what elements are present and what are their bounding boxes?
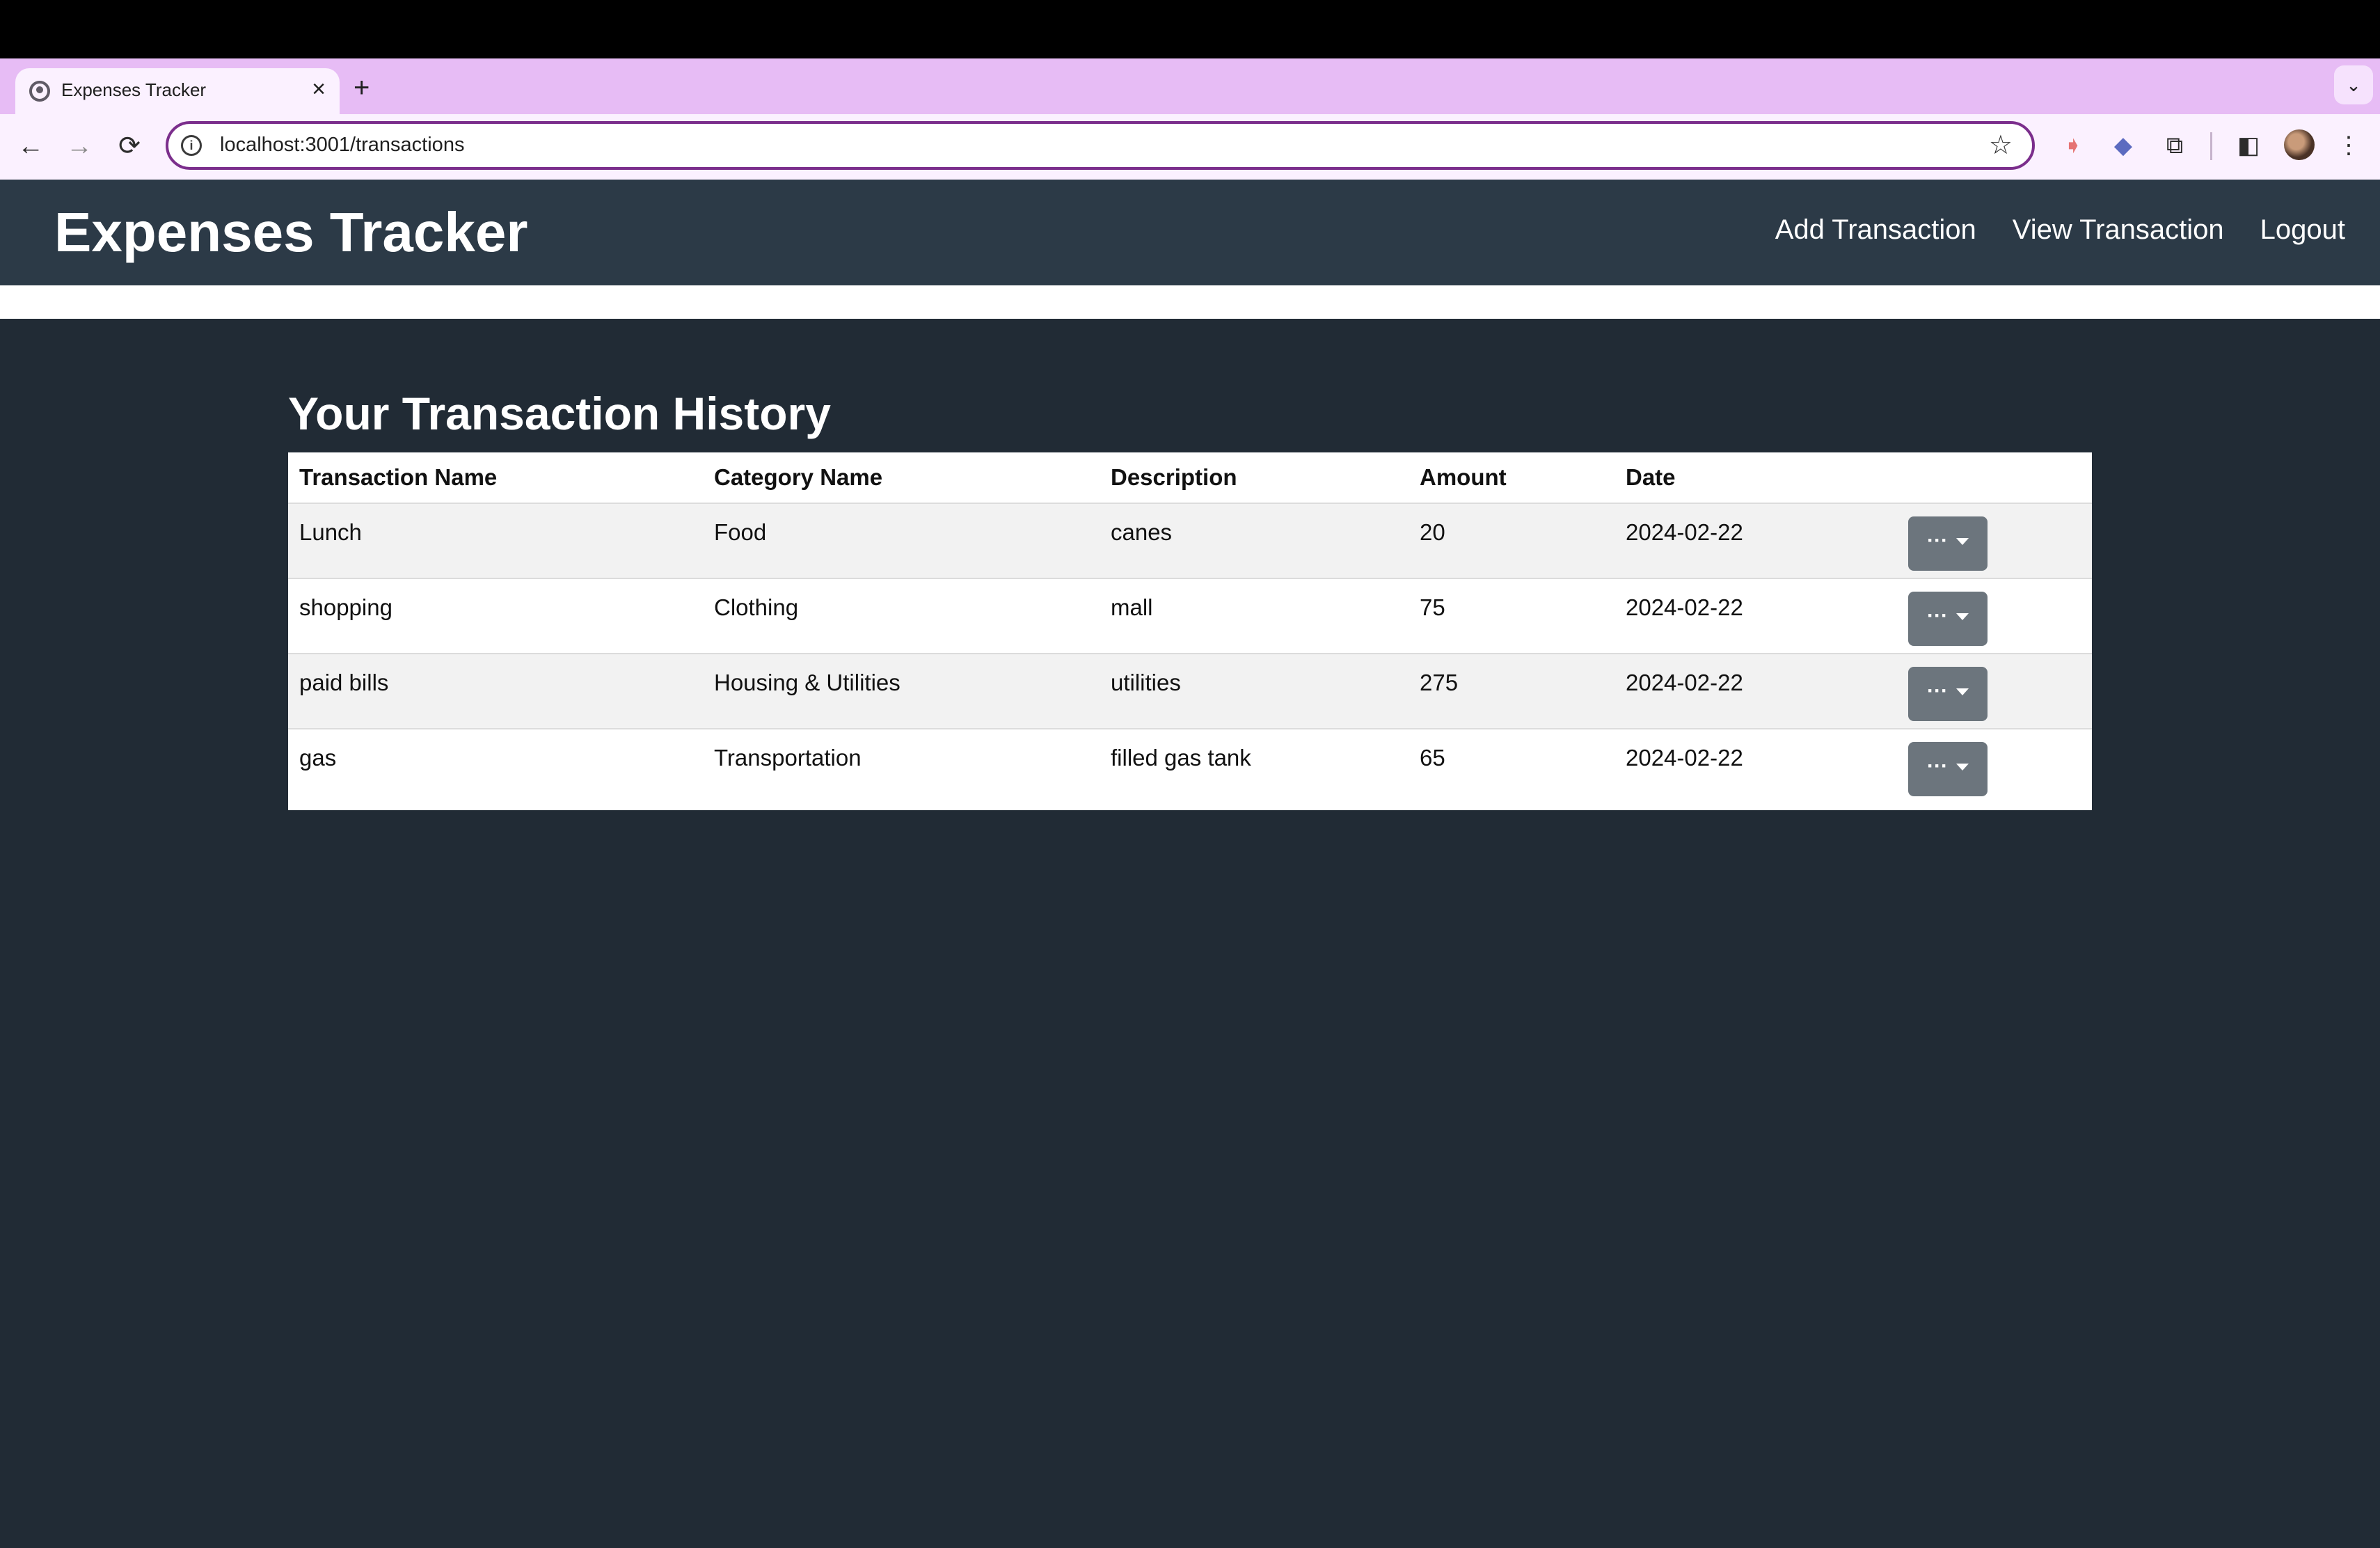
row-actions-dropdown-button[interactable]: ··· (1908, 742, 1988, 796)
table-row: gas Transportation filled gas tank 65 20… (288, 728, 2092, 804)
tab-title: Expenses Tracker (61, 79, 207, 100)
transactions-table: Transaction Name Category Name Descripti… (288, 452, 2092, 804)
nav-links: Add Transaction View Transaction Logout (1775, 214, 2345, 246)
more-icon: ··· (1927, 529, 1948, 552)
cell-amount: 75 (1409, 578, 1615, 654)
tab-search-button[interactable]: ⌄ (2334, 65, 2373, 104)
more-icon: ··· (1927, 679, 1948, 702)
cell-actions: ··· (1897, 578, 2092, 654)
globe-icon (29, 81, 50, 102)
caret-down-icon (1955, 688, 1969, 696)
screen-top-bar (0, 0, 2380, 58)
cell-description: canes (1100, 503, 1409, 578)
cell-date: 2024-02-22 (1615, 503, 1897, 578)
extensions-puzzle-icon[interactable]: ⧉ (2157, 128, 2192, 163)
column-header-category-name: Category Name (714, 464, 883, 490)
page-title: Your Transaction History (288, 388, 831, 439)
cell-category: Food (703, 503, 1100, 578)
brand-title[interactable]: Expenses Tracker (54, 200, 527, 264)
caret-down-icon (1955, 613, 1969, 621)
url-text[interactable]: localhost:3001/transactions (220, 134, 464, 157)
row-actions-dropdown-button[interactable]: ··· (1908, 667, 1988, 721)
cell-actions: ··· (1897, 503, 2092, 578)
extension-icon-1[interactable]: ➧ (2056, 128, 2091, 163)
navbar-divider-band (0, 285, 2380, 319)
cell-category: Housing & Utilities (703, 653, 1100, 729)
table-row: paid bills Housing & Utilities utilities… (288, 653, 2092, 729)
app-navbar: Expenses Tracker Add Transaction View Tr… (0, 180, 2380, 285)
back-button[interactable]: ← (11, 127, 50, 166)
browser-tab-strip: Expenses Tracker × + ⌄ (0, 58, 2380, 114)
column-header-amount: Amount (1420, 464, 1507, 490)
column-header-description: Description (1111, 464, 1237, 490)
cell-transaction-name: paid bills (288, 653, 703, 729)
column-header-transaction-name: Transaction Name (299, 464, 498, 490)
cell-category: Clothing (703, 578, 1100, 654)
more-icon: ··· (1927, 755, 1948, 777)
transactions-table-container: Transaction Name Category Name Descripti… (288, 452, 2092, 810)
close-tab-icon[interactable]: × (312, 75, 326, 103)
cell-date: 2024-02-22 (1615, 653, 1897, 729)
row-actions-dropdown-button[interactable]: ··· (1908, 516, 1988, 571)
cell-transaction-name: Lunch (288, 503, 703, 578)
cell-amount: 275 (1409, 653, 1615, 729)
cell-date: 2024-02-22 (1615, 578, 1897, 654)
reload-button[interactable]: ⟳ (110, 127, 149, 166)
nav-logout[interactable]: Logout (2260, 214, 2345, 246)
browser-tab[interactable]: Expenses Tracker × (15, 68, 340, 114)
caret-down-icon (1955, 764, 1969, 771)
table-row: shopping Clothing mall 75 2024-02-22 ··· (288, 578, 2092, 654)
cell-transaction-name: gas (288, 728, 703, 804)
cell-description: utilities (1100, 653, 1409, 729)
address-bar[interactable]: i localhost:3001/transactions ☆ (166, 121, 2035, 170)
cell-category: Transportation (703, 728, 1100, 804)
profile-avatar[interactable] (2284, 129, 2315, 160)
more-icon: ··· (1927, 604, 1948, 627)
new-tab-button[interactable]: + (354, 74, 370, 102)
caret-down-icon (1955, 538, 1969, 546)
nav-view-transaction[interactable]: View Transaction (2013, 214, 2224, 246)
side-panel-icon[interactable]: ◧ (2231, 128, 2266, 163)
cell-description: filled gas tank (1100, 728, 1409, 804)
column-header-date: Date (1626, 464, 1676, 490)
bookmark-star-icon[interactable]: ☆ (1989, 129, 2013, 161)
forward-button[interactable]: → (60, 127, 99, 166)
browser-menu-icon[interactable]: ⋮ (2331, 128, 2366, 163)
table-row: Lunch Food canes 20 2024-02-22 ··· (288, 503, 2092, 578)
column-header-actions (1897, 452, 2092, 503)
cell-description: mall (1100, 578, 1409, 654)
cell-amount: 65 (1409, 728, 1615, 804)
cell-actions: ··· (1897, 653, 2092, 729)
cell-amount: 20 (1409, 503, 1615, 578)
table-header-row: Transaction Name Category Name Descripti… (288, 452, 2092, 503)
row-actions-dropdown-button[interactable]: ··· (1908, 592, 1988, 646)
toolbar-separator (2210, 132, 2212, 160)
site-info-icon[interactable]: i (181, 135, 202, 156)
extension-icon-2[interactable]: ◆ (2106, 128, 2141, 163)
nav-add-transaction[interactable]: Add Transaction (1775, 214, 1976, 246)
cell-transaction-name: shopping (288, 578, 703, 654)
cell-date: 2024-02-22 (1615, 728, 1897, 804)
browser-toolbar: ← → ⟳ i localhost:3001/transactions ☆ ➧ … (0, 114, 2380, 181)
cell-actions: ··· (1897, 728, 2092, 804)
